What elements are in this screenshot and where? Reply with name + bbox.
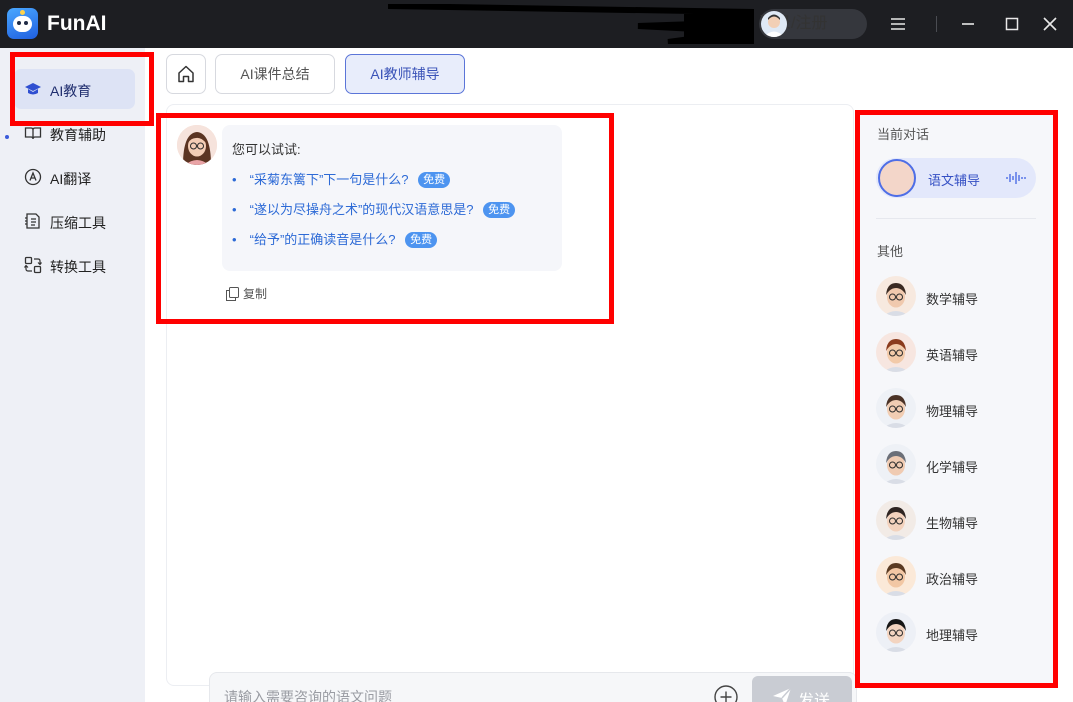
tutor-avatar: [876, 388, 916, 428]
title-bar: FunAI 登录/注册: [0, 0, 1073, 48]
message-input-bar: 发送: [209, 672, 857, 702]
left-sidebar: AI教育 教育辅助 AI翻译 压缩工具 转换工具: [0, 48, 145, 702]
convert-icon: [24, 256, 42, 274]
tutor-avatar: [876, 556, 916, 596]
tutor-item[interactable]: 物理辅导: [876, 388, 1036, 432]
sidebar-item-ai-translate[interactable]: AI翻译: [14, 157, 135, 197]
sidebar-item-label: AI翻译: [50, 171, 92, 187]
bullet: •: [232, 202, 237, 217]
maximize-icon[interactable]: [998, 10, 1026, 38]
suggestion-text: “给予”的正确读音是什么?: [249, 232, 396, 247]
tutor-label: 生物辅导: [926, 516, 979, 531]
tutor-avatar: [876, 612, 916, 652]
free-badge: 免费: [483, 202, 516, 218]
voice-wave-icon: [1006, 172, 1026, 184]
sidebar-item-label: 压缩工具: [50, 215, 106, 231]
send-label: 发送: [798, 693, 831, 702]
send-icon: [773, 687, 792, 702]
add-attachment-button[interactable]: [714, 685, 738, 702]
current-tutor-chinese[interactable]: 语文辅导: [876, 158, 1036, 198]
sidebar-item-education-assist[interactable]: 教育辅助: [14, 113, 135, 153]
copy-button[interactable]: 复制: [226, 285, 267, 302]
sidebar-item-label: 教育辅助: [50, 127, 106, 143]
tutor-label: 数学辅导: [926, 292, 979, 307]
plus-circle-icon: [714, 685, 738, 702]
sidebar-item-label: AI教育: [50, 83, 92, 99]
tutor-label: 化学辅导: [926, 460, 979, 475]
tutor-avatar: [876, 444, 916, 484]
home-button[interactable]: [166, 54, 206, 94]
close-icon[interactable]: [1036, 10, 1064, 38]
suggestion-hint: 您可以试试:: [232, 142, 301, 157]
redaction-scribble: [388, 4, 754, 44]
suggestion-text: “遂以为尽操舟之术”的现代汉语意思是?: [249, 202, 474, 217]
current-conversation-title: 当前对话: [877, 127, 930, 142]
titlebar-divider: [936, 16, 937, 32]
free-badge: 免费: [418, 172, 451, 188]
tutor-avatar: [878, 159, 916, 197]
free-badge: 免费: [405, 232, 438, 248]
sidebar-item-convert-tool[interactable]: 转换工具: [14, 245, 135, 285]
divider: [876, 218, 1036, 219]
graduation-cap-icon: [25, 83, 41, 95]
active-indicator-dot: [5, 135, 9, 139]
tutor-avatar: [876, 500, 916, 540]
tab-teacher-tutoring[interactable]: AI教师辅导: [345, 54, 465, 94]
tab-courseware-summary[interactable]: AI课件总结: [215, 54, 335, 94]
bullet: •: [232, 232, 237, 247]
tutor-avatar: [876, 276, 916, 316]
tutor-item[interactable]: 政治辅导: [876, 556, 1036, 600]
copy-label: 复制: [243, 287, 268, 301]
open-book-icon: [24, 127, 42, 140]
tutor-item[interactable]: 数学辅导: [876, 276, 1036, 320]
compress-icon: [25, 213, 40, 229]
tutor-label: 地理辅导: [926, 628, 979, 643]
chat-panel: 您可以试试: • “采菊东篱下”下一句是什么? 免费 • “遂以为尽操舟之术”的…: [166, 104, 885, 702]
tutor-item[interactable]: 化学辅导: [876, 444, 1036, 488]
tutor-label: 英语辅导: [926, 348, 979, 363]
user-avatar: [761, 11, 787, 37]
tutor-avatar: [177, 125, 217, 165]
funai-logo-icon: [7, 8, 38, 39]
tutor-item[interactable]: 英语辅导: [876, 332, 1036, 376]
bullet: •: [232, 172, 237, 187]
tutor-item[interactable]: 生物辅导: [876, 500, 1036, 544]
suggestion-text: “采菊东篱下”下一句是什么?: [249, 172, 409, 187]
tutor-label: 物理辅导: [926, 404, 979, 419]
tutor-label: 政治辅导: [926, 572, 979, 587]
translate-icon: [24, 168, 42, 186]
sidebar-item-compress-tool[interactable]: 压缩工具: [14, 201, 135, 241]
app-title: FunAI: [47, 12, 107, 35]
suggestion-item[interactable]: • “采菊东篱下”下一句是什么? 免费: [232, 169, 451, 188]
tutor-item[interactable]: 地理辅导: [876, 612, 1036, 656]
tutor-avatar: [876, 332, 916, 372]
tutor-list-panel: 当前对话 语文辅导 其他 数学辅导英语辅导物理辅导化学辅导生物辅导政治辅导地理辅…: [860, 112, 1053, 686]
send-button[interactable]: 发送: [752, 676, 852, 702]
copy-icon: [226, 287, 239, 301]
other-tutors-title: 其他: [877, 244, 904, 259]
question-input[interactable]: [224, 685, 704, 702]
minimize-icon[interactable]: [954, 10, 982, 38]
login-register-button[interactable]: 登录/注册: [759, 9, 867, 39]
suggestion-bubble: 您可以试试: • “采菊东篱下”下一句是什么? 免费 • “遂以为尽操舟之术”的…: [222, 125, 562, 271]
menu-icon[interactable]: [884, 10, 912, 38]
current-tutor-label: 语文辅导: [928, 173, 981, 188]
sidebar-item-label: 转换工具: [50, 259, 106, 275]
suggestion-item[interactable]: • “给予”的正确读音是什么? 免费: [232, 229, 438, 248]
sidebar-item-ai-education[interactable]: AI教育: [14, 69, 135, 109]
home-icon: [178, 65, 194, 83]
suggestion-item[interactable]: • “遂以为尽操舟之术”的现代汉语意思是? 免费: [232, 199, 516, 218]
